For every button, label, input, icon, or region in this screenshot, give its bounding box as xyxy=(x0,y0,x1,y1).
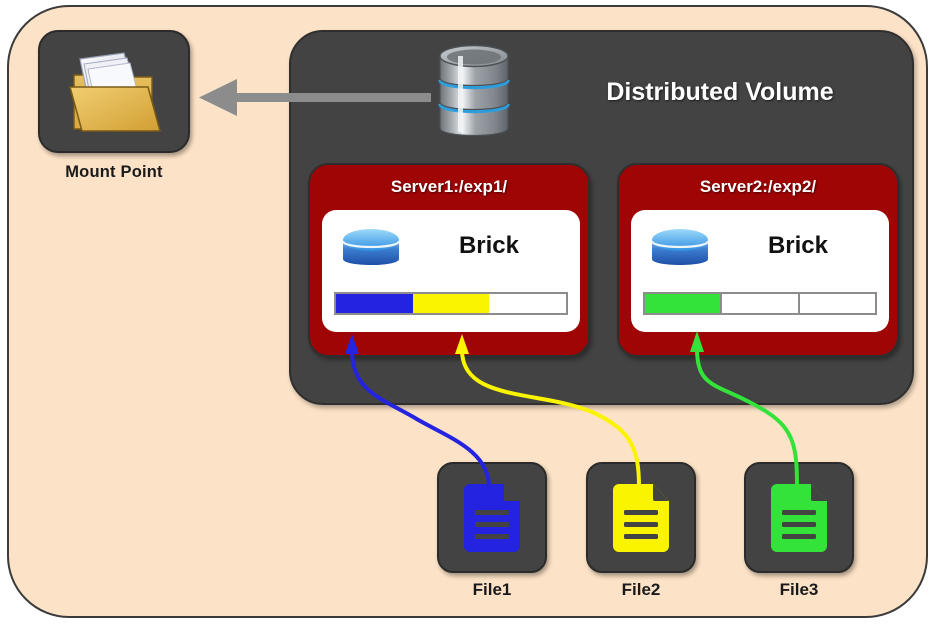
blue-disk-icon xyxy=(650,229,710,265)
document-file-icon xyxy=(771,483,827,552)
brick-card-2[interactable]: Brick xyxy=(631,210,889,332)
distributed-volume-title: Distributed Volume xyxy=(606,78,834,106)
blue-disk-icon xyxy=(341,229,401,265)
brick-title-1: Brick xyxy=(458,232,520,259)
file-tile-3[interactable] xyxy=(744,462,854,573)
capacity-segment-free-2a xyxy=(720,294,798,313)
diagram-canvas: Mount Point Distributed Volume Server1:/… xyxy=(0,0,940,627)
file-tile-1[interactable] xyxy=(437,462,547,573)
mount-point-label: Mount Point xyxy=(65,163,163,181)
database-cylinder-icon xyxy=(438,44,510,137)
server-box-1[interactable]: Server1:/exp1/ Brick xyxy=(308,163,590,357)
brick-card-1[interactable]: Brick xyxy=(322,210,580,332)
document-file-icon xyxy=(464,483,520,552)
brick-title-2: Brick xyxy=(767,232,829,259)
file-label-3: File3 xyxy=(779,580,819,599)
file-label-2: File2 xyxy=(621,580,661,599)
server-2-label: Server2:/exp2/ xyxy=(699,177,817,196)
server-1-label: Server1:/exp1/ xyxy=(390,177,508,196)
capacity-segment-file1 xyxy=(336,294,413,313)
server-box-2[interactable]: Server2:/exp2/ Brick xyxy=(617,163,899,357)
capacity-segment-free-1 xyxy=(489,294,567,313)
capacity-segment-file2 xyxy=(412,294,490,313)
open-folder-with-documents-icon xyxy=(69,51,161,132)
capacity-bar-1 xyxy=(334,292,568,315)
capacity-segment-free-2b xyxy=(797,294,875,313)
capacity-segment-file3 xyxy=(645,294,721,313)
file-tile-2[interactable] xyxy=(586,462,696,573)
file-label-1: File1 xyxy=(472,580,512,599)
mount-point-tile[interactable] xyxy=(38,30,190,153)
capacity-bar-2 xyxy=(643,292,877,315)
document-file-icon xyxy=(613,483,669,552)
